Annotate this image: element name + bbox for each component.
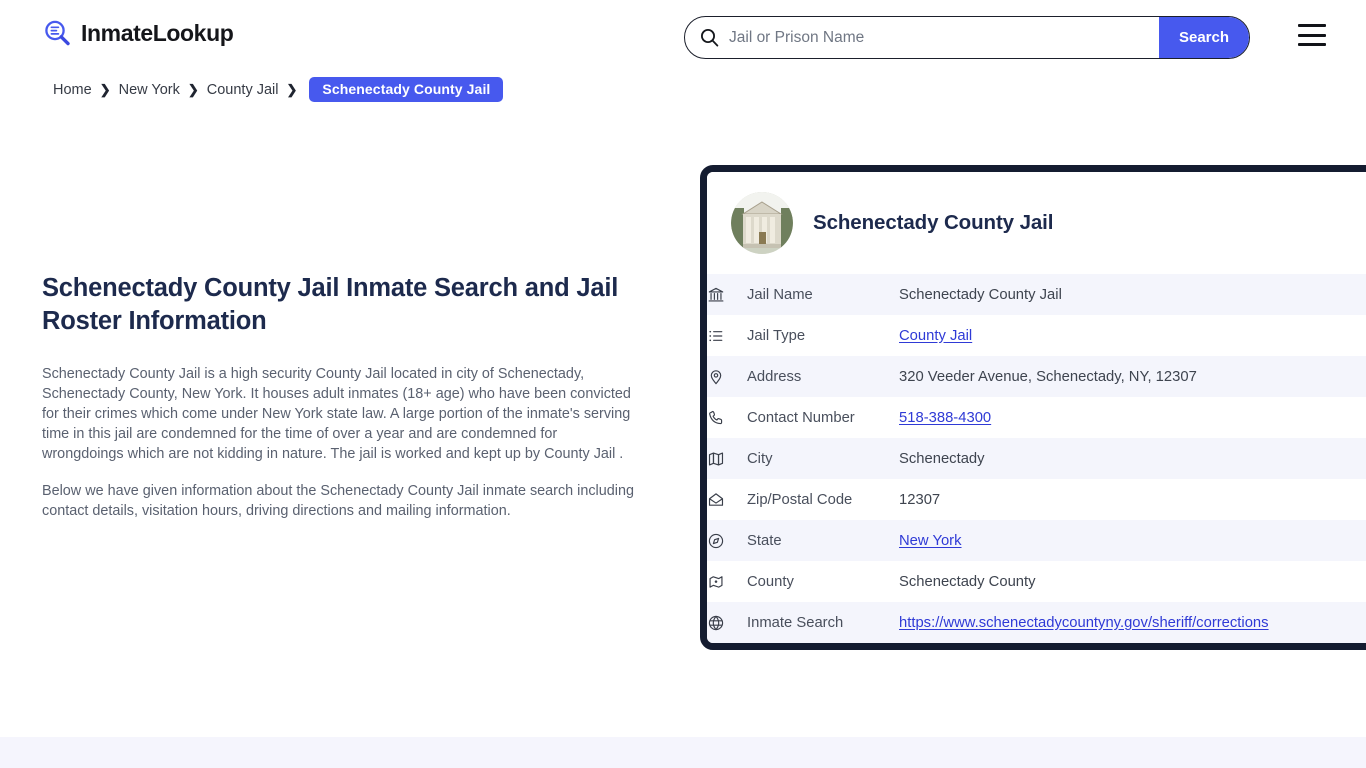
globe-icon [707,602,747,643]
table-row: Contact Number 518-388-4300 [707,397,1366,438]
row-value-text: Schenectady County Jail [899,286,1062,303]
magnifier-list-icon [42,18,72,48]
page-root: InmateLookup Search Home ❯ New York ❯ Co… [0,0,1366,768]
search-icon [685,17,723,58]
map-icon [707,438,747,479]
site-header: InmateLookup Search [0,0,1366,72]
state-link[interactable]: New York [899,533,962,549]
search-button[interactable]: Search [1159,17,1249,58]
hamburger-menu-icon[interactable] [1298,24,1326,46]
table-row: County Schenectady County [707,561,1366,602]
row-label: Inmate Search [747,614,844,631]
row-value: 12307 [899,479,1366,520]
bank-building-icon [707,274,747,315]
jail-info-card: Schenectady County Jail Jail Name Schene… [700,165,1366,650]
phone-icon [707,397,747,438]
map-pin-icon [707,356,747,397]
breadcrumb-separator: ❯ [187,81,199,97]
hamburger-bar [1298,24,1326,27]
list-icon [707,315,747,356]
row-value-text: Schenectady County [899,573,1036,590]
row-value-text: 12307 [899,491,941,508]
row-value: County Jail [899,315,1366,356]
row-value-text: 320 Veeder Avenue, Schenectady, NY, 1230… [899,368,1197,385]
table-row: Address 320 Veeder Avenue, Schenectady, … [707,356,1366,397]
breadcrumb-item-county-jail[interactable]: County Jail [207,80,279,100]
description-paragraph-1: Schenectady County Jail is a high securi… [42,366,631,462]
table-row: Jail Type County Jail [707,315,1366,356]
contact-number-link[interactable]: 518-388-4300 [899,410,991,426]
card-header: Schenectady County Jail [707,172,1366,274]
hamburger-bar [1298,33,1326,37]
row-value: New York [899,520,1366,561]
inmate-search-link[interactable]: https://www.schenectadycountyny.gov/sher… [899,615,1269,631]
table-row: State New York [707,520,1366,561]
row-value: 320 Veeder Avenue, Schenectady, NY, 1230… [899,356,1366,397]
courthouse-building-photo [731,192,793,254]
row-value: https://www.schenectadycountyny.gov/sher… [899,602,1366,643]
breadcrumb-item-new-york[interactable]: New York [119,80,180,100]
table-row: Inmate Search https://www.schenectadycou… [707,602,1366,643]
article-column: Schenectady County Jail Inmate Search an… [42,272,634,538]
row-value: Schenectady County [899,561,1366,602]
breadcrumb-separator: ❯ [99,81,111,97]
row-value: 518-388-4300 [899,397,1366,438]
jail-type-link[interactable]: County Jail [899,328,972,344]
row-label: City [747,450,773,467]
search-input[interactable] [723,17,1159,58]
breadcrumb-current: Schenectady County Jail [309,77,504,102]
footer-band [0,737,1366,768]
row-value: Schenectady County Jail [899,274,1366,315]
row-label: Address [747,368,802,385]
row-label: Jail Name [747,286,813,303]
table-row: City Schenectady [707,438,1366,479]
table-row: Jail Name Schenectady County Jail [707,274,1366,315]
envelope-icon [707,479,747,520]
breadcrumb-separator: ❯ [286,81,298,97]
row-label: Jail Type [747,327,806,344]
breadcrumb-item-home[interactable]: Home [53,80,92,100]
hamburger-bar [1298,43,1326,46]
map-marker-area-icon [707,561,747,602]
description-paragraph-2: Below we have given information about th… [42,483,634,519]
row-value: Schenectady [899,438,1366,479]
breadcrumb: Home ❯ New York ❯ County Jail ❯ Schenect… [53,77,504,102]
row-label: County [747,573,794,590]
row-value-text: Schenectady [899,450,985,467]
compass-icon [707,520,747,561]
row-label: State [747,532,782,549]
search-bar[interactable]: Search [684,16,1250,59]
row-label: Zip/Postal Code [747,491,853,508]
table-row: Zip/Postal Code 12307 [707,479,1366,520]
card-title: Schenectady County Jail [813,211,1054,234]
row-label: Contact Number [747,409,855,426]
page-title: Schenectady County Jail Inmate Search an… [42,274,619,335]
brand-logo[interactable]: InmateLookup [42,18,234,48]
brand-name: InmateLookup [81,20,234,46]
jail-details-table: Jail Name Schenectady County Jail Jail T… [707,274,1366,643]
